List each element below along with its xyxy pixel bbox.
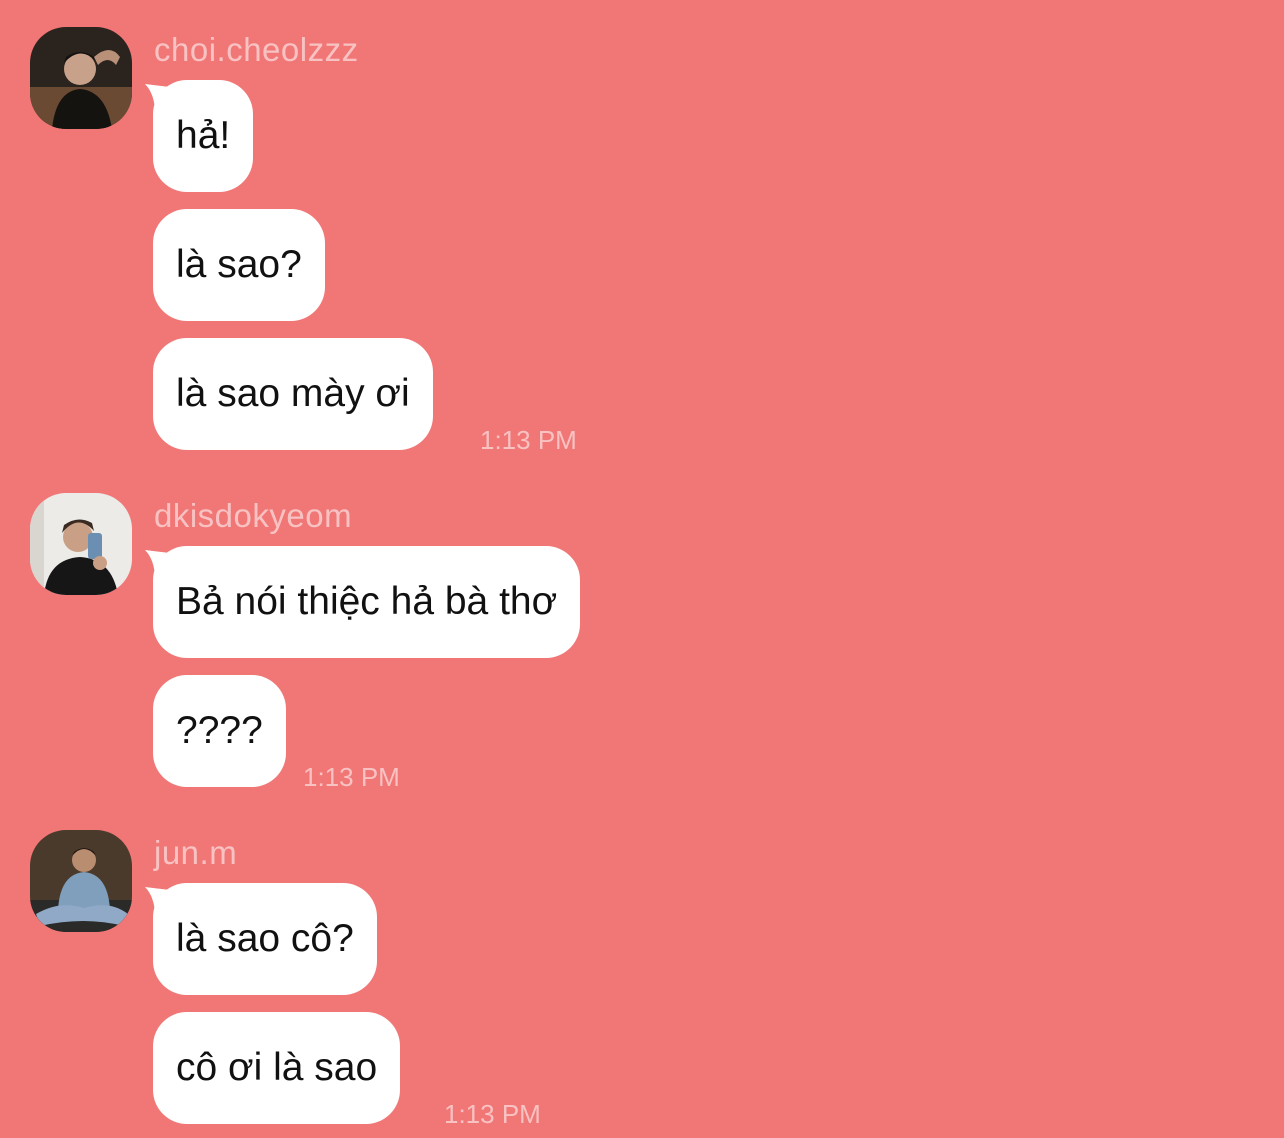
message-bubble[interactable]: hả! (153, 80, 254, 192)
message-bubble[interactable]: là sao mày ơi (153, 338, 433, 450)
message-bubble[interactable]: Bả nói thiệc hả bà thơ (153, 546, 581, 658)
message-text: cô ơi là sao (176, 1046, 378, 1089)
message-timestamp: 1:13 PM (444, 1099, 541, 1129)
message-bubble[interactable]: là sao? (153, 209, 325, 321)
message-text: là sao? (176, 243, 302, 286)
message-text: là sao mày ơi (176, 372, 410, 415)
message-text: Bả nói thiệc hả bà thơ (176, 580, 558, 623)
message-text: là sao cô? (176, 917, 354, 960)
sender-name[interactable]: jun.m (154, 836, 237, 869)
avatar-choi-cheolzzz[interactable] (30, 27, 132, 129)
message-bubble[interactable]: cô ơi là sao (153, 1012, 401, 1124)
message-timestamp: 1:13 PM (480, 425, 577, 455)
message-text: ???? (176, 709, 263, 752)
message-text: hả! (176, 114, 231, 157)
message-bubble[interactable]: ???? (153, 675, 286, 787)
avatar-photo-icon (30, 493, 132, 595)
avatar-photo-icon (30, 27, 132, 129)
message-timestamp: 1:13 PM (303, 762, 400, 792)
sender-name[interactable]: choi.cheolzzz (154, 33, 359, 66)
avatar-photo-icon (30, 830, 132, 932)
chat-thread: choi.cheolzzz hả! là sao? là sao mày ơi … (0, 0, 1284, 1138)
avatar-dkisdokyeom[interactable] (30, 493, 132, 595)
sender-name[interactable]: dkisdokyeom (154, 499, 352, 532)
avatar-jun-m[interactable] (30, 830, 132, 932)
message-bubble[interactable]: là sao cô? (153, 883, 377, 995)
